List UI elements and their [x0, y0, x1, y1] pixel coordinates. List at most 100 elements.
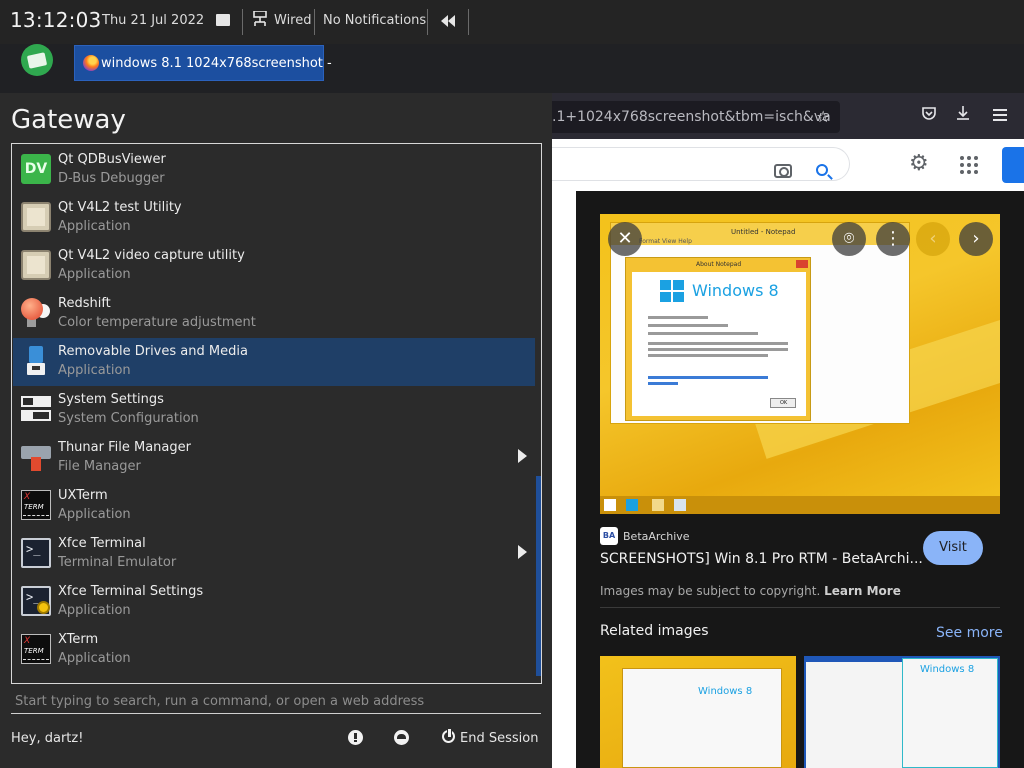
search-icon[interactable] [816, 164, 828, 176]
notepad-window: Untitled - Notepad Format View Help Abou… [610, 222, 910, 424]
ok-label: OK [780, 400, 788, 406]
item-name: Removable Drives and Media [58, 344, 248, 359]
app-launcher-icon[interactable] [21, 44, 53, 76]
list-item[interactable]: X TERM XTerm Application [13, 626, 535, 674]
network-icon[interactable] [253, 10, 267, 26]
list-item-selected[interactable]: Removable Drives and Media Application [13, 338, 535, 386]
item-description: Application [58, 363, 131, 378]
list-item[interactable]: Redshift Color temperature adjustment [13, 290, 535, 338]
search-input[interactable] [552, 147, 850, 181]
scrollbar[interactable] [536, 476, 541, 676]
see-more-link[interactable]: See more [936, 625, 1003, 641]
google-search-bar: ⚙ [552, 139, 1024, 191]
list-item[interactable]: >_ Xfce Terminal Terminal Emulator [13, 530, 535, 578]
panel-separator [468, 9, 469, 35]
image-preview-panel: Untitled - Notepad Format View Help Abou… [576, 191, 1024, 768]
item-description: File Manager [58, 459, 141, 474]
camera-search-icon[interactable] [774, 164, 792, 178]
list-item[interactable]: DV Qt QDBusViewer D-Bus Debugger [13, 146, 535, 194]
notifications-label[interactable]: No Notifications [323, 13, 426, 28]
address-text: .1+1024x768screenshot&tbm=isch&va [552, 109, 831, 125]
terminal-settings-icon: >_ [21, 586, 51, 616]
file-manager-icon [21, 442, 51, 472]
settings-icon [21, 394, 51, 424]
item-description: D-Bus Debugger [58, 171, 165, 186]
submenu-arrow-icon[interactable] [518, 545, 527, 559]
date[interactable]: Thu 21 Jul 2022 [102, 13, 204, 28]
learn-more-link[interactable]: Learn More [824, 584, 901, 598]
more-options-icon[interactable]: ⋮ [876, 222, 910, 256]
clock[interactable]: 13:12:03 [10, 8, 101, 32]
v4l2-capture-icon [21, 250, 51, 280]
related-image-thumbnail[interactable]: Windows 8 [600, 656, 796, 768]
redshift-icon [21, 298, 51, 328]
apps-grid-icon[interactable] [960, 156, 978, 174]
list-item[interactable]: X TERM UXTerm Application [13, 482, 535, 530]
list-item[interactable]: Qt V4L2 video capture utility Applicatio… [13, 242, 535, 290]
pocket-icon[interactable] [918, 105, 940, 127]
list-item[interactable]: Qt V4L2 test Utility Application [13, 194, 535, 242]
panel-separator [427, 9, 428, 35]
related-image-thumbnail[interactable]: Windows 8 [804, 656, 1000, 768]
download-icon[interactable] [952, 105, 974, 127]
item-description: Terminal Emulator [58, 555, 177, 570]
item-name: Thunar File Manager [58, 440, 191, 455]
thumbnail-brand-text: Windows 8 [698, 686, 753, 697]
bookmark-star-icon[interactable]: ☆ [816, 107, 830, 126]
application-menu: Gateway DV Qt QDBusViewer D-Bus Debugger… [0, 93, 552, 768]
preview-image[interactable]: Untitled - Notepad Format View Help Abou… [600, 214, 1000, 514]
item-description: Application [58, 651, 131, 666]
address-bar[interactable]: .1+1024x768screenshot&tbm=isch&va ☆ [552, 101, 840, 133]
results-grid-edge [552, 191, 576, 768]
item-name: Xfce Terminal Settings [58, 584, 204, 599]
win8-taskbar [600, 496, 1000, 514]
item-description: System Configuration [58, 411, 199, 426]
result-title[interactable]: SCREENSHOTS] Win 8.1 Pro RTM - BetaArchi… [600, 551, 923, 567]
panel-separator [314, 9, 315, 35]
lock-screen-icon[interactable] [348, 730, 363, 745]
taskbar-window-button[interactable]: windows 8.1 1024x768screenshot - [74, 45, 332, 81]
notepad-title: Untitled - Notepad [731, 228, 796, 236]
end-session-button[interactable]: End Session [460, 731, 538, 746]
volume-muted-icon[interactable] [441, 13, 457, 32]
switch-user-icon[interactable] [394, 730, 409, 745]
dbus-viewer-icon: DV [21, 154, 51, 184]
xterm-icon: X TERM [21, 634, 51, 664]
hamburger-menu-icon[interactable] [989, 105, 1011, 127]
close-preview-icon[interactable]: ✕ [608, 222, 642, 256]
next-image-icon[interactable]: › [959, 222, 993, 256]
application-list: DV Qt QDBusViewer D-Bus Debugger Qt V4L2… [11, 143, 542, 684]
item-name: XTerm [58, 632, 99, 647]
firefox-icon [83, 55, 99, 71]
item-description: Color temperature adjustment [58, 315, 256, 330]
submenu-arrow-icon[interactable] [518, 449, 527, 463]
search-input[interactable]: Start typing to search, run a command, o… [15, 694, 424, 709]
windows-logo-icon [660, 280, 684, 302]
uxterm-icon: X TERM [21, 490, 51, 520]
list-item[interactable]: >_ Xfce Terminal Settings Application [13, 578, 535, 626]
item-name: System Settings [58, 392, 164, 407]
visit-button[interactable]: Visit [923, 531, 983, 565]
chat-icon[interactable] [216, 14, 230, 26]
search-underline [11, 713, 541, 714]
item-name: Qt V4L2 video capture utility [58, 248, 245, 263]
item-description: Application [58, 507, 131, 522]
list-item[interactable]: System Settings System Configuration [13, 386, 535, 434]
top-panel: 13:12:03 Thu 21 Jul 2022 Wired No Notifi… [0, 0, 1024, 44]
divider [600, 607, 1000, 608]
browser-window: .1+1024x768screenshot&tbm=isch&va ☆ ⚙ Un… [552, 93, 1024, 768]
windows-brand-text: Windows 8 [692, 281, 779, 300]
previous-image-icon[interactable]: ‹ [916, 222, 950, 256]
v4l2-test-icon [21, 202, 51, 232]
item-name: Qt QDBusViewer [58, 152, 166, 167]
power-icon[interactable] [442, 728, 455, 743]
settings-gear-icon[interactable]: ⚙ [909, 151, 929, 176]
lens-search-icon[interactable]: ⌾ [832, 222, 866, 256]
sign-in-button[interactable] [1002, 147, 1024, 183]
about-title: About Notepad [696, 261, 742, 268]
source-name[interactable]: BetaArchive [623, 530, 690, 543]
list-item[interactable]: Thunar File Manager File Manager [13, 434, 535, 482]
network-label[interactable]: Wired [274, 13, 312, 28]
item-name: Qt V4L2 test Utility [58, 200, 182, 215]
taskbar-window-title: windows 8.1 1024x768screenshot - [101, 56, 332, 71]
